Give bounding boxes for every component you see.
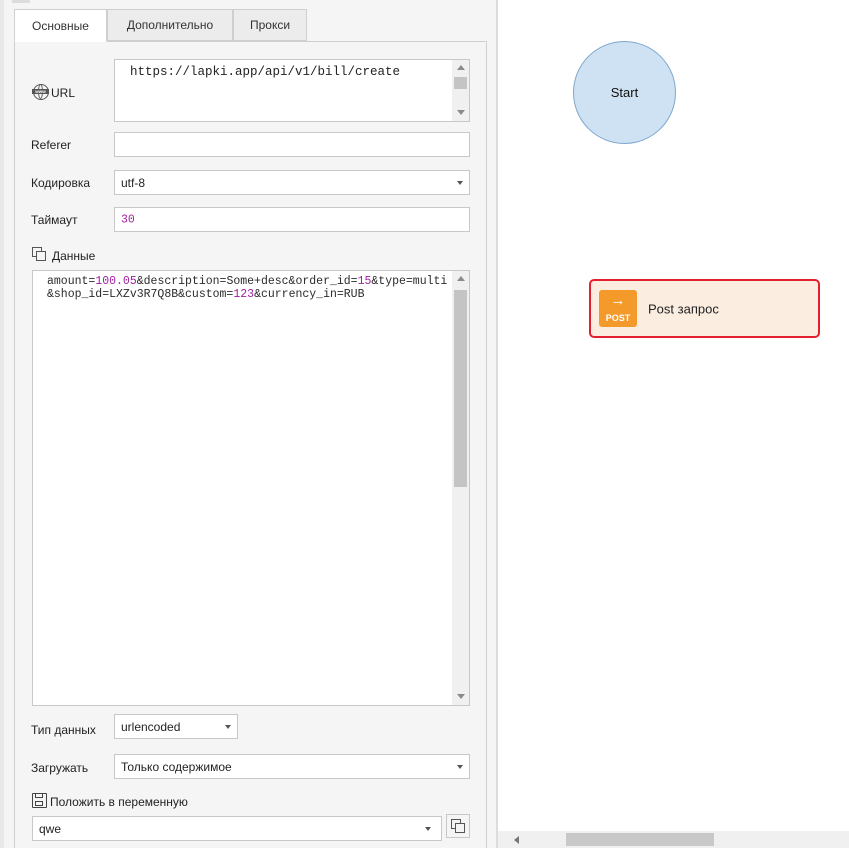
scroll-down-icon[interactable] <box>457 110 465 115</box>
chevron-down-icon <box>225 724 231 729</box>
data-scrollbar[interactable] <box>452 271 469 705</box>
chevron-down-icon[interactable] <box>425 826 431 831</box>
url-input[interactable]: https://lapki.app/api/v1/bill/create <box>114 59 470 122</box>
url-value: https://lapki.app/api/v1/bill/create <box>130 65 401 79</box>
canvas-hscrollbar[interactable] <box>498 831 849 848</box>
tab-content-basic: www URL https://lapki.app/api/v1/bill/cr… <box>14 41 487 848</box>
scroll-up-icon[interactable] <box>457 276 465 281</box>
tab-proxy[interactable]: Прокси <box>233 9 307 41</box>
data-value: amount=100.05&description=Some+desc&orde… <box>47 275 452 301</box>
data-text-segment: amount= <box>47 275 96 288</box>
save-var-input[interactable]: qwe <box>32 816 442 841</box>
post-request-icon: → POST <box>599 290 637 327</box>
post-icon-text: POST <box>605 313 631 323</box>
post-request-node[interactable]: → POST Post запрос <box>589 279 820 338</box>
data-label: Данные <box>52 249 96 263</box>
load-select[interactable]: Только содержимое <box>114 754 470 779</box>
encoding-value: utf-8 <box>121 175 146 190</box>
scroll-down-icon[interactable] <box>457 694 465 699</box>
data-type-select[interactable]: urlencoded <box>114 714 238 739</box>
arrow-right-icon: → <box>610 292 626 309</box>
data-type-label: Тип данных <box>31 723 96 737</box>
data-type-value: urlencoded <box>121 719 181 734</box>
referer-input[interactable] <box>114 132 470 157</box>
post-node-label: Post запрос <box>648 301 719 316</box>
data-number-segment: 123 <box>233 288 255 301</box>
data-scroll-thumb[interactable] <box>454 290 467 487</box>
chevron-down-icon <box>457 764 463 769</box>
panel-top-notch <box>12 0 30 3</box>
start-node-label: Start <box>610 85 639 100</box>
globe-www-icon: www <box>32 84 49 100</box>
copy-icon <box>32 247 47 262</box>
data-textarea[interactable]: amount=100.05&description=Some+desc&orde… <box>32 270 470 706</box>
tab-basic[interactable]: Основные <box>14 9 107 42</box>
panel-left-edge <box>0 0 4 848</box>
data-text-segment: &currency_in=RUB <box>254 288 365 301</box>
save-var-label: Положить в переменную <box>50 795 188 809</box>
referer-label: Referer <box>31 138 72 152</box>
save-var-value: qwe <box>39 821 62 836</box>
data-text-segment: &description=Some+desc&order_id= <box>136 275 358 288</box>
data-number-segment: 100.05 <box>95 275 137 288</box>
chevron-down-icon <box>457 180 463 185</box>
timeout-input[interactable]: 30 <box>114 207 470 232</box>
canvas-hscroll-thumb[interactable] <box>566 833 714 846</box>
copy-variable-button[interactable] <box>446 814 470 838</box>
load-label: Загружать <box>31 761 89 775</box>
data-number-segment: 15 <box>357 275 372 288</box>
workflow-canvas[interactable]: Start → POST Post запрос <box>498 0 849 848</box>
url-label: URL <box>51 86 76 100</box>
copy-icon <box>451 819 466 834</box>
encoding-label: Кодировка <box>31 176 91 190</box>
url-scrollbar[interactable] <box>452 60 469 121</box>
url-scroll-thumb[interactable] <box>454 77 467 89</box>
load-value: Только содержимое <box>121 759 232 774</box>
timeout-value: 30 <box>121 213 135 226</box>
scroll-up-icon[interactable] <box>457 65 465 70</box>
tab-additional[interactable]: Дополнительно <box>107 9 233 41</box>
properties-panel: Основные Дополнительно Прокси www URL ht… <box>0 0 496 848</box>
encoding-select[interactable]: utf-8 <box>114 170 470 195</box>
save-icon <box>32 793 47 808</box>
scroll-left-icon[interactable] <box>514 836 519 844</box>
timeout-label: Таймаут <box>31 213 78 227</box>
start-node[interactable]: Start <box>573 41 676 144</box>
